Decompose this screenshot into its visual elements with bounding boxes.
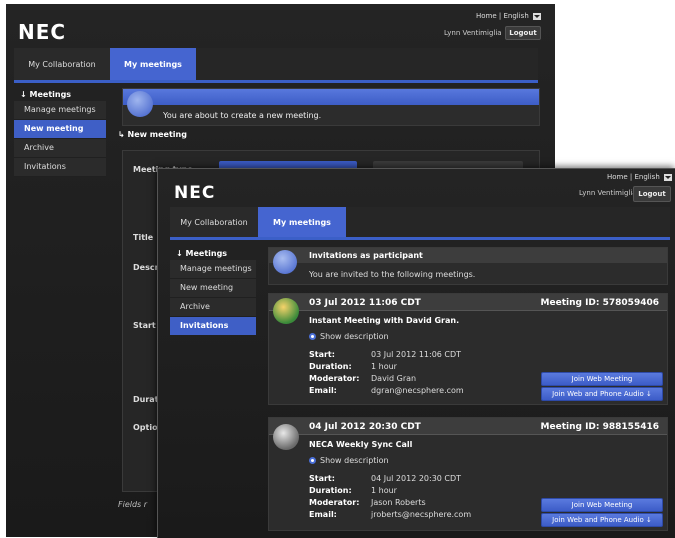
show-description-toggle[interactable]: Show description — [309, 332, 389, 341]
join-web-meeting-button[interactable]: Join Web Meeting — [541, 498, 663, 512]
sidebar-item-invitations[interactable]: Invitations — [170, 317, 256, 336]
start-value: 04 Jul 2012 20:30 CDT — [371, 474, 462, 483]
home-link[interactable]: Home — [476, 12, 497, 20]
notice-panel: You are about to create a new meeting. — [122, 88, 540, 126]
user-name: Lynn Ventimiglia — [444, 29, 502, 37]
arrow-down-icon: ↓ — [646, 390, 652, 398]
meeting-title: NECA Weekly Sync Call — [309, 440, 413, 449]
sidebar-item-invitations[interactable]: Invitations — [14, 158, 106, 177]
tab-my-meetings[interactable]: My meetings — [110, 48, 196, 80]
meeting-card-1: 03 Jul 2012 11:06 CDT Meeting ID: 578059… — [268, 293, 668, 405]
envelope-icon — [273, 250, 297, 274]
sidebar-item-archive[interactable]: Archive — [170, 298, 256, 317]
email-label: Email: — [309, 510, 337, 519]
logout-button[interactable]: Logout — [505, 26, 541, 40]
start-label: Start: — [309, 350, 335, 359]
nec-logo: NEC — [174, 183, 216, 203]
language-link[interactable]: English — [503, 12, 528, 20]
logout-button[interactable]: Logout — [633, 186, 671, 202]
moderator-value: Jason Roberts — [371, 498, 426, 507]
duration-value: 1 hour — [371, 362, 397, 371]
radio-icon[interactable] — [309, 457, 316, 464]
user-name: Lynn Ventimiglia — [579, 189, 637, 197]
top-links: Home | English — [607, 173, 672, 181]
duration-label: Duration: — [309, 362, 352, 371]
invitations-panel: Invitations as participant You are invit… — [268, 247, 668, 285]
join-web-phone-button[interactable]: Join Web and Phone Audio ↓ — [541, 513, 663, 527]
sidebar-item-manage[interactable]: Manage meetings — [14, 101, 106, 120]
instant-meeting-icon — [273, 298, 299, 324]
moderator-label: Moderator: — [309, 374, 360, 383]
sidebar: ↓ Meetings Manage meetings New meeting A… — [170, 247, 256, 336]
chevron-down-icon[interactable] — [664, 173, 672, 181]
meeting-date: 03 Jul 2012 11:06 CDT — [309, 298, 421, 308]
sidebar-item-new[interactable]: New meeting — [170, 279, 256, 298]
sidebar-item-new[interactable]: New meeting — [14, 120, 106, 139]
start-label: Start — [133, 321, 156, 330]
chevron-down-icon[interactable] — [533, 12, 541, 20]
tab-my-meetings[interactable]: My meetings — [258, 207, 346, 237]
meeting-date: 04 Jul 2012 20:30 CDT — [309, 422, 421, 432]
invitations-title: Invitations as participant — [309, 251, 423, 260]
duration-value: 1 hour — [371, 486, 397, 495]
moderator-value: David Gran — [371, 374, 417, 383]
email-value: dgran@necsphere.com — [371, 386, 464, 395]
radio-icon[interactable] — [309, 333, 316, 340]
email-value: jroberts@necsphere.com — [371, 510, 472, 519]
tab-bar: My Collaboration My meetings — [170, 207, 670, 240]
notice-text: You are about to create a new meeting. — [163, 111, 322, 120]
scheduled-meeting-icon — [273, 424, 299, 450]
start-value: 03 Jul 2012 11:06 CDT — [371, 350, 462, 359]
nec-logo: NEC — [18, 20, 67, 44]
join-web-meeting-button[interactable]: Join Web Meeting — [541, 372, 663, 386]
sidebar-item-manage[interactable]: Manage meetings — [170, 260, 256, 279]
tab-my-collaboration[interactable]: My Collaboration — [170, 207, 259, 237]
sidebar-item-archive[interactable]: Archive — [14, 139, 106, 158]
duration-label: Duration: — [309, 486, 352, 495]
tab-bar: My Collaboration My meetings — [14, 48, 538, 83]
show-description-toggle[interactable]: Show description — [309, 456, 389, 465]
language-link[interactable]: English — [634, 173, 659, 181]
meeting-id: Meeting ID: 988155416 — [540, 422, 659, 432]
moderator-label: Moderator: — [309, 498, 360, 507]
start-label: Start: — [309, 474, 335, 483]
required-note: Fields r — [118, 500, 148, 509]
sidebar: ↓ Meetings Manage meetings New meeting A… — [14, 88, 106, 177]
sidebar-header: ↓ Meetings — [20, 90, 72, 99]
title-label: Title — [133, 233, 154, 242]
sidebar-header: ↓ Meetings — [176, 249, 228, 258]
join-web-phone-button[interactable]: Join Web and Phone Audio ↓ — [541, 387, 663, 401]
email-label: Email: — [309, 386, 337, 395]
top-links: Home | English — [476, 12, 541, 20]
tab-my-collaboration[interactable]: My Collaboration — [14, 48, 111, 80]
front-window: NEC Home | English Lynn Ventimiglia Logo… — [157, 168, 675, 538]
meeting-title: Instant Meeting with David Gran. — [309, 316, 460, 325]
arrow-down-icon: ↓ — [646, 516, 652, 524]
home-link[interactable]: Home — [607, 173, 628, 181]
meeting-id: Meeting ID: 578059406 — [540, 298, 659, 308]
meeting-card-2: 04 Jul 2012 20:30 CDT Meeting ID: 988155… — [268, 417, 668, 531]
section-title: ↳ New meeting — [118, 130, 187, 139]
new-meeting-icon — [127, 91, 153, 117]
invitations-subtitle: You are invited to the following meeting… — [309, 270, 476, 279]
